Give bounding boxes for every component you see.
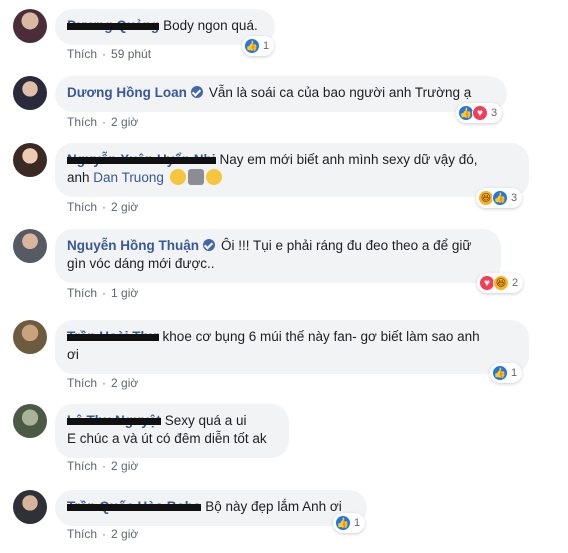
mention-tag[interactable]: Dan Truong — [93, 170, 164, 185]
scream-emoji-icon — [169, 169, 186, 185]
commenter-name[interactable]: Nguyễn Xuân Uyển Nhi — [67, 151, 216, 169]
reaction-summary[interactable]: ♥ 😆 2 — [477, 273, 524, 293]
like-icon: 👍 — [492, 365, 508, 381]
like-link[interactable]: Thích — [67, 527, 97, 541]
tongue-emoji-icon — [205, 169, 222, 185]
like-link[interactable]: Thích — [67, 115, 97, 129]
comment-bubble: Nguyễn Xuân Uyển NhiNay em mới biết anh … — [55, 143, 529, 197]
avatar[interactable] — [13, 9, 47, 43]
avatar[interactable] — [13, 76, 47, 110]
commenter-name[interactable]: Nguyễn Hồng Thuận — [67, 238, 199, 253]
avatar[interactable] — [13, 404, 47, 438]
redaction-bar — [67, 23, 160, 30]
timestamp[interactable]: 1 giờ — [111, 286, 138, 300]
verified-badge-icon — [203, 239, 215, 251]
avatar[interactable] — [13, 229, 47, 263]
commenter-name[interactable]: Lê Thu Nguyệt — [67, 412, 161, 430]
reaction-count: 1 — [263, 40, 270, 52]
comment-meta: Thích · 2 giờ — [67, 459, 138, 473]
timestamp[interactable]: 2 giờ — [111, 376, 138, 390]
reaction-summary[interactable]: 👍 1 — [490, 363, 523, 383]
separator-dot: · — [102, 286, 107, 300]
like-icon: 👍 — [244, 38, 260, 54]
comment-text: Body ngon quá. — [163, 18, 258, 33]
avatar[interactable] — [13, 143, 47, 177]
reaction-summary[interactable]: 😆 👍 3 — [476, 188, 523, 208]
comment-text-line2: E chúc a và út có đêm diễn tốt ak — [67, 431, 267, 446]
separator-dot: · — [102, 200, 107, 214]
reaction-count: 3 — [511, 192, 518, 204]
timestamp[interactable]: 2 giờ — [111, 200, 138, 214]
comment-bubble: Trần Hoài Thưkhoe cơ bụng 6 múi thế này … — [55, 320, 529, 374]
comment-text-line2: gìn vóc dáng mới được.. — [67, 256, 215, 271]
comment-bubble: Trần Quốc Hòa BoboBộ này đẹp lắm Anh ơi — [55, 490, 367, 526]
comment-text-line1: Sexy quá a ui — [164, 413, 247, 428]
haha-icon: 😆 — [493, 275, 509, 291]
comment-meta: Thích · 2 giờ — [67, 527, 138, 541]
comment-bubble: Nguyễn Hồng Thuận Ôi !!! Tụi e phải ráng … — [55, 229, 501, 283]
avatar[interactable] — [13, 490, 47, 524]
like-link[interactable]: Thích — [67, 376, 97, 390]
commenter-name[interactable]: Trần Quốc Hòa Bobo — [67, 498, 202, 516]
commenter-name[interactable]: Dương Quảng — [67, 17, 160, 35]
reaction-count: 2 — [512, 277, 519, 289]
love-icon: ♥ — [472, 105, 488, 121]
like-icon: 👍 — [492, 190, 508, 206]
reaction-count: 1 — [354, 517, 361, 529]
reaction-count: 3 — [491, 107, 498, 119]
comment-bubble: Lê Thu NguyệtSexy quá a ui E chúc a và ú… — [55, 404, 289, 458]
comment-text-line1: khoe cơ bụng 6 múi thế này fan- gơ biết … — [162, 329, 480, 344]
reaction-summary[interactable]: 👍 ♥ 3 — [456, 103, 503, 123]
redaction-bar — [67, 418, 161, 425]
timestamp[interactable]: 2 giờ — [111, 459, 138, 473]
reaction-count: 1 — [511, 367, 518, 379]
separator-dot: · — [102, 527, 107, 541]
weightlifting-emoji-icon — [187, 169, 204, 185]
timestamp[interactable]: 2 giờ — [111, 527, 138, 541]
timestamp[interactable]: 59 phút — [111, 47, 151, 61]
comment-text: Vẫn là soái ca của bao người anh Trường … — [208, 85, 472, 100]
like-icon: 👍 — [335, 515, 351, 531]
like-link[interactable]: Thích — [67, 459, 97, 473]
comment-text-line2: anh — [67, 170, 90, 185]
separator-dot: · — [102, 115, 107, 129]
reaction-summary[interactable]: 👍 1 — [333, 513, 366, 533]
comment-text-line1: Nay em mới biết anh mình sexy dữ vậy đó, — [219, 152, 478, 167]
comment-meta: Thích · 1 giờ — [67, 286, 138, 300]
redaction-bar — [67, 504, 202, 511]
comment-text-line1: Ôi !!! Tụi e phải ráng đu đeo theo a để … — [221, 238, 472, 253]
comment-meta: Thích · 59 phút — [67, 47, 151, 61]
like-link[interactable]: Thích — [67, 286, 97, 300]
separator-dot: · — [102, 376, 107, 390]
like-link[interactable]: Thích — [67, 47, 97, 61]
reaction-summary[interactable]: 👍 1 — [242, 36, 275, 56]
commenter-name[interactable]: Dương Hồng Loan — [67, 85, 187, 100]
timestamp[interactable]: 2 giờ — [111, 115, 138, 129]
separator-dot: · — [102, 47, 107, 61]
verified-badge-icon — [190, 86, 203, 98]
comment-bubble: Dương QuảngBody ngon quá. — [55, 9, 275, 45]
commenter-name[interactable]: Trần Hoài Thư — [67, 328, 159, 346]
comment-meta: Thích · 2 giờ — [67, 376, 138, 390]
comment-text-line2: ơi — [67, 347, 79, 362]
redaction-bar — [67, 334, 159, 341]
separator-dot: · — [102, 459, 107, 473]
comment-meta: Thích · 2 giờ — [67, 115, 138, 129]
comment-bubble: Dương Hồng Loan Vẫn là soái ca của bao ng… — [55, 76, 507, 112]
redaction-bar — [67, 157, 216, 164]
like-link[interactable]: Thích — [67, 200, 97, 214]
avatar[interactable] — [13, 320, 47, 354]
comment-text: Bộ này đẹp lắm Anh ơi — [205, 499, 342, 514]
comment-meta: Thích · 2 giờ — [67, 200, 138, 214]
